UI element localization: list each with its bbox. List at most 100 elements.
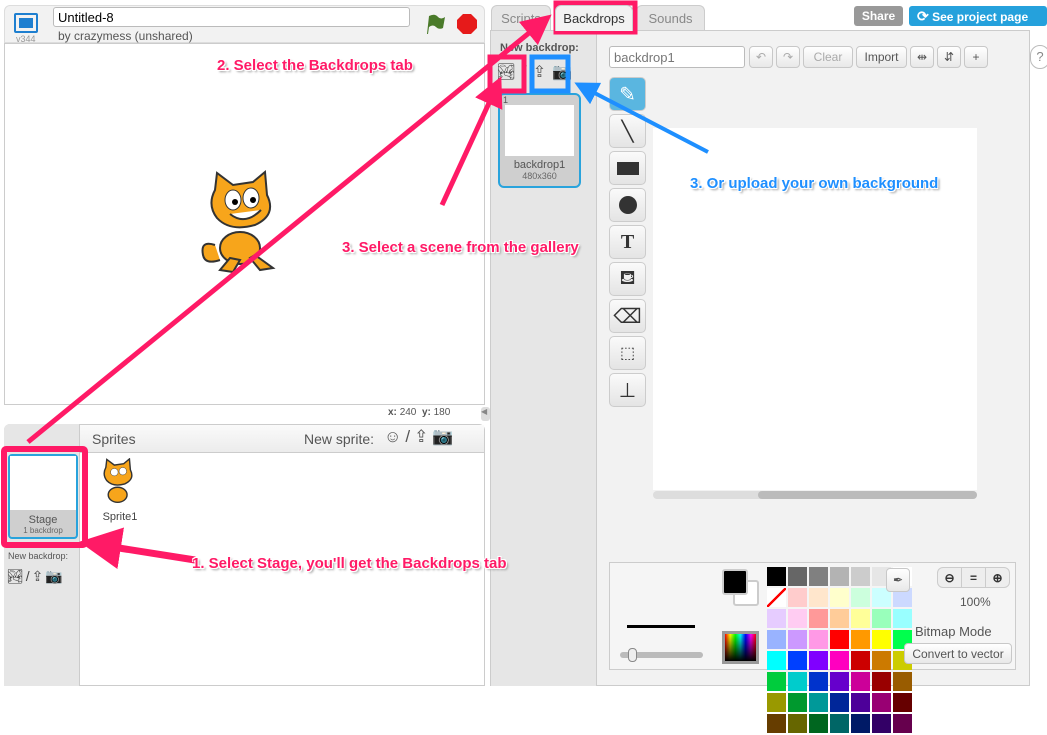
costume-name-input[interactable] [609, 46, 745, 68]
green-flag-icon[interactable] [424, 13, 446, 35]
paint-sprite-icon[interactable]: / [405, 427, 414, 446]
convert-to-vector-button[interactable]: Convert to vector [904, 643, 1012, 664]
zoom-out-icon[interactable]: ⊖ [938, 568, 961, 587]
stop-icon[interactable] [456, 13, 478, 35]
zoom-in-icon[interactable]: ⊕ [986, 568, 1009, 587]
see-project-page-button[interactable]: ⟳ See project page [909, 6, 1047, 26]
choose-backdrop-from-library-icon[interactable]: 🏞 [496, 64, 522, 81]
color-swatch[interactable] [788, 672, 807, 691]
help-button[interactable]: ? [1030, 45, 1047, 69]
rectangle-tool-icon[interactable] [609, 151, 646, 185]
color-swatch[interactable] [809, 609, 828, 628]
color-swatch[interactable] [767, 630, 786, 649]
color-swatch[interactable] [830, 630, 849, 649]
sprite-thumbnail[interactable]: Sprite1 [92, 457, 148, 528]
color-swatch[interactable] [893, 693, 912, 712]
clear-button[interactable]: Clear [803, 46, 853, 68]
color-swatch[interactable] [830, 672, 849, 691]
paint-new-backdrop-icon[interactable]: / [522, 64, 532, 81]
stamp-tool-icon[interactable]: ⊥ [609, 373, 646, 407]
color-swatch[interactable] [767, 651, 786, 670]
color-swatch[interactable] [851, 714, 870, 733]
color-swatch[interactable] [788, 630, 807, 649]
new-backdrop-from-camera-icon[interactable]: 📷 [552, 64, 578, 81]
redo-button[interactable]: ↷ [776, 46, 800, 68]
share-button[interactable]: Share [854, 6, 903, 26]
color-swatch[interactable] [788, 609, 807, 628]
color-swatch[interactable] [872, 672, 891, 691]
color-swatch[interactable] [851, 672, 870, 691]
select-tool-icon[interactable]: ⬚ [609, 336, 646, 370]
color-swatch[interactable] [809, 714, 828, 733]
tab-backdrops[interactable]: Backdrops [555, 5, 633, 31]
fill-tool-icon[interactable]: ⛾ [609, 262, 646, 296]
color-swatch[interactable] [851, 693, 870, 712]
color-swatch[interactable] [830, 714, 849, 733]
color-swatch[interactable] [809, 630, 828, 649]
color-swatch[interactable] [872, 630, 891, 649]
set-center-icon[interactable]: + [964, 46, 988, 68]
color-swatch[interactable] [851, 630, 870, 649]
ellipse-tool-icon[interactable] [609, 188, 646, 222]
line-width-slider[interactable] [620, 648, 703, 662]
cat-sprite-on-stage[interactable] [195, 170, 295, 276]
color-swatch[interactable] [893, 609, 912, 628]
color-swatch[interactable] [767, 588, 786, 607]
color-swatch[interactable] [767, 714, 786, 733]
horizontal-scrollbar[interactable] [653, 491, 977, 499]
sprite-library-icon[interactable]: ☺ [384, 427, 405, 446]
color-picker-spectrum[interactable] [722, 631, 759, 664]
color-swatch[interactable] [767, 567, 786, 586]
backdrop-library-icon[interactable]: 🏞 [6, 568, 26, 584]
color-swatch[interactable] [809, 651, 828, 670]
color-swatch[interactable] [872, 693, 891, 712]
color-swatch[interactable] [830, 588, 849, 607]
color-swatch[interactable] [851, 651, 870, 670]
eyedropper-icon[interactable]: ✒ [886, 568, 910, 592]
zoom-reset-icon[interactable]: = [961, 568, 986, 587]
project-title-input[interactable] [53, 7, 410, 27]
color-swatch[interactable] [851, 609, 870, 628]
color-swatch[interactable] [809, 693, 828, 712]
line-tool-icon[interactable]: ╲ [609, 114, 646, 148]
brush-tool-icon[interactable]: ✎ [609, 77, 646, 111]
color-swatch[interactable] [788, 714, 807, 733]
color-swatch[interactable] [830, 609, 849, 628]
color-swatch[interactable] [809, 588, 828, 607]
color-swatch[interactable] [872, 609, 891, 628]
camera-backdrop-icon[interactable]: 📷 [45, 568, 64, 584]
fullscreen-icon[interactable] [14, 13, 38, 33]
color-swatch[interactable] [788, 567, 807, 586]
color-swatch[interactable] [830, 651, 849, 670]
color-swatch[interactable] [767, 672, 786, 691]
upload-backdrop-from-file-icon[interactable]: ⇪ [533, 64, 552, 81]
color-swatch[interactable] [851, 567, 870, 586]
color-swatch[interactable] [872, 651, 891, 670]
stage-thumbnail[interactable]: Stage 1 backdrop [8, 454, 78, 539]
tab-sounds[interactable]: Sounds [636, 5, 705, 31]
eraser-tool-icon[interactable]: ⌫ [609, 299, 646, 333]
color-swatch[interactable] [851, 588, 870, 607]
import-button[interactable]: Import [856, 46, 907, 68]
color-swatch[interactable] [788, 588, 807, 607]
color-swatch[interactable] [830, 693, 849, 712]
tab-scripts[interactable]: Scripts [491, 5, 551, 31]
undo-button[interactable]: ↶ [749, 46, 773, 68]
color-swatch[interactable] [809, 672, 828, 691]
flip-horizontal-icon[interactable]: ⇹ [910, 46, 934, 68]
color-swatch[interactable] [788, 693, 807, 712]
color-swatch[interactable] [767, 609, 786, 628]
upload-backdrop-icon[interactable]: ⇪ [32, 568, 46, 584]
color-swatch[interactable] [809, 567, 828, 586]
primary-color-swatch[interactable] [722, 569, 748, 595]
camera-sprite-icon[interactable]: 📷 [432, 427, 457, 446]
color-swatch[interactable] [872, 714, 891, 733]
color-swatch[interactable] [893, 672, 912, 691]
text-tool-icon[interactable]: T [609, 225, 646, 259]
collapse-stage-handle[interactable]: ◀ [481, 407, 490, 421]
color-swatch[interactable] [788, 651, 807, 670]
flip-vertical-icon[interactable]: ⇵ [937, 46, 961, 68]
upload-sprite-icon[interactable]: ⇪ [414, 427, 432, 446]
color-swatch[interactable] [767, 693, 786, 712]
backdrop-item[interactable]: 1 backdrop1 480x360 [498, 93, 581, 188]
